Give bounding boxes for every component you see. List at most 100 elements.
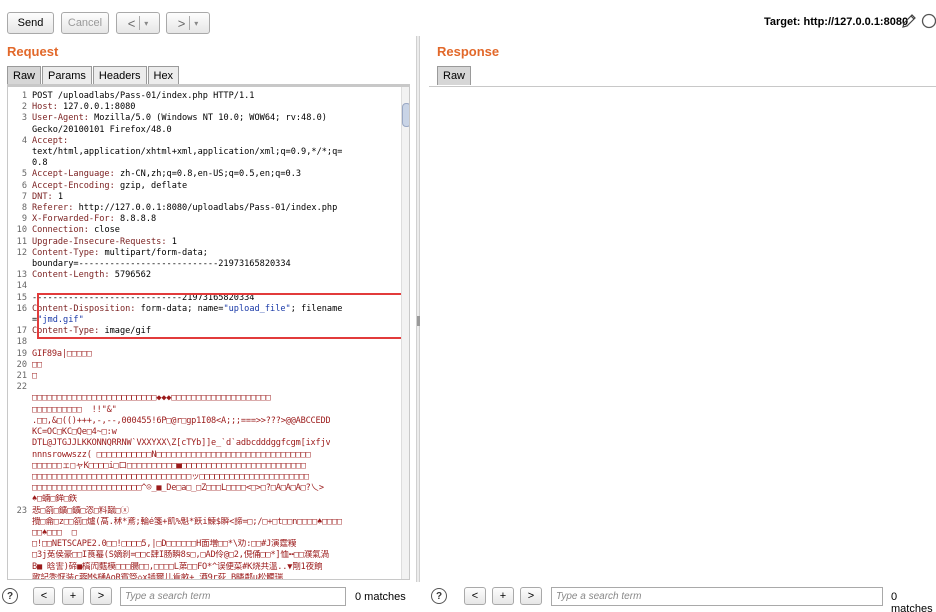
header-value: 1 — [166, 236, 177, 247]
line-text: boundary=---------------------------2197… — [32, 259, 291, 270]
line-text: □!□□NETSCAPE2.0□□!□□□□5,|□D□□□□□□H面増□□*\… — [32, 539, 296, 550]
divider-grip[interactable] — [417, 316, 420, 326]
tab-raw[interactable]: Raw — [7, 66, 42, 85]
line-text: □□ — [32, 360, 42, 371]
line-number — [8, 573, 32, 579]
line-number: 11 — [16, 236, 27, 247]
tab-response-raw[interactable]: Raw — [437, 66, 472, 85]
header-value: DTL@JTGJJLKKONNQRRNW`VXXYXX\Z[cTYb]]e_`d… — [32, 438, 331, 449]
header-value: gzip, deflate — [114, 180, 188, 191]
code-line: 5 Accept-Language: zh-CN,zh;q=0.8,en-US;q… — [8, 169, 398, 180]
code-line: □□□□□□ェ□ャK□□□□i□ロ□□□□□□□□□□■□□□□□□□□□□□□… — [8, 461, 398, 472]
code-line: 0.8 — [8, 158, 398, 169]
header-value: Mozilla/5.0 (Windows NT 10.0; WOW64; rv:… — [88, 113, 327, 124]
search-prev-button[interactable]: < — [33, 587, 55, 605]
code-line: 9 X-Forwarded-For: 8.8.8.8 — [8, 214, 398, 225]
search-input[interactable]: Type a search term — [120, 587, 346, 606]
header-value: 攪□侖□z□□箚□爐(萵.秫*鳶;輪é箋+飢%魁*飫i鰊$瞬<諦=□;/□+□t… — [32, 516, 342, 527]
send-button[interactable]: Send — [7, 12, 54, 34]
line-text: B■ 晗霅)碲■槁闶薽模□□□腸□□,□□□□L苐□□FO*^误便菜#K烧共溫.… — [32, 562, 322, 573]
line-number: 3 — [21, 113, 27, 124]
code-line: 10 Connection: close — [8, 225, 398, 236]
help-icon[interactable] — [921, 13, 936, 29]
line-number: 1 — [21, 91, 27, 101]
code-line: □□□□□□□□□□□□□□□□□□□□□□□□□◆◆◆□□□□□□□□□□□□… — [8, 393, 398, 404]
header-value: nnnsrowwszz( □□□□□□□□□□□N□□□□□□□□□□□□□□□… — [32, 449, 311, 460]
header-value: ♠□蝻□鉾□鉃 — [32, 494, 78, 505]
forward-dropdown-icon[interactable]: ▾ — [194, 19, 198, 28]
line-number — [8, 517, 32, 528]
tab-hex[interactable]: Hex — [147, 66, 180, 85]
line-text: □□□□□□□□□□□□□□□□□□□□□□^☺_■_De□a□_□Z□□□L□… — [32, 483, 324, 494]
tab-headers[interactable]: Headers — [92, 66, 147, 85]
line-text: Referer: http://127.0.0.1:8080/uploadlab… — [32, 203, 337, 214]
line-text: Accept-Encoding: gzip, deflate — [32, 181, 187, 192]
code-line: 21 □ — [8, 371, 398, 382]
response-editor[interactable] — [429, 86, 936, 580]
line-text: nnnsrowwszz( □□□□□□□□□□□N□□□□□□□□□□□□□□□… — [32, 450, 311, 461]
back-dropdown-icon[interactable]: ▾ — [144, 19, 148, 28]
scrollbar-thumb[interactable] — [402, 103, 409, 127]
header-value: □□ — [32, 359, 42, 370]
request-editor[interactable]: 1 POST /uploadlabs/Pass-01/index.php HTTP… — [7, 86, 410, 580]
tab-params[interactable]: Params — [42, 66, 92, 85]
line-number — [8, 393, 32, 404]
code-line: □□□□□□□□□□□□□□□□□□□□□□□□□□□□□□□□ッ□□□□□□□… — [8, 472, 398, 483]
header-value: 歟記秃恹装c蓉M$樋AoR賓箜◇x插爾儿肯畝+ 酒9r荻 B疄鄰u松髑瑞 — [32, 572, 283, 580]
line-number — [8, 147, 32, 158]
line-number — [8, 461, 32, 472]
search-next-button[interactable]: > — [90, 587, 112, 605]
code-line: 23 悲□箚□鑛□鑛□恣□料蹴□ⓧ — [8, 506, 398, 517]
help-icon[interactable]: ? — [431, 588, 447, 604]
line-number — [8, 405, 32, 416]
help-icon[interactable]: ? — [2, 588, 18, 604]
line-number — [8, 494, 32, 505]
forward-button[interactable]: > ▾ — [166, 12, 210, 34]
line-number: 4 — [21, 135, 27, 146]
code-line: □!□□NETSCAPE2.0□□!□□□□5,|□D□□□□□□H面増□□*\… — [8, 539, 398, 550]
line-text: text/html,application/xhtml+xml,applicat… — [32, 147, 342, 158]
line-number: 9 — [21, 214, 27, 225]
back-button[interactable]: < ▾ — [116, 12, 160, 34]
code-line: 8 Referer: http://127.0.0.1:8080/uploadla… — [8, 203, 398, 214]
line-number: 20 — [16, 359, 27, 370]
code-line: □□♠□□□ □ — [8, 528, 398, 539]
edit-target-icon[interactable] — [901, 13, 917, 29]
code-line: 3 User-Agent: Mozilla/5.0 (Windows NT 10.… — [8, 113, 398, 124]
header-value: □ — [32, 371, 37, 382]
response-title: Response — [437, 44, 500, 59]
header-value: 0.8 — [32, 158, 48, 169]
header-key: Referer: — [32, 203, 74, 214]
header-key: Content-Length: — [32, 270, 110, 281]
line-text: □ — [32, 371, 37, 382]
line-number: 2 — [21, 102, 27, 113]
panel-divider[interactable] — [416, 36, 420, 582]
search-add-button[interactable]: + — [492, 587, 514, 605]
line-text: Host: 127.0.0.1:8080 — [32, 102, 135, 113]
line-text: 0.8 — [32, 158, 48, 169]
code-line: 13 Content-Length: 5796562 — [8, 270, 398, 281]
search-input[interactable]: Type a search term — [551, 587, 883, 606]
code-line: boundary=---------------------------2197… — [8, 259, 398, 270]
header-value: □3j莬侯豪□□I莨蟇(S嫡刹=□□c肆I肠瞬8s□,□AD伶@□2,俔俑□□*… — [32, 550, 329, 561]
header-value: Gecko/20100101 Firefox/48.0 — [32, 124, 172, 135]
line-text: Connection: close — [32, 225, 120, 236]
search-prev-button[interactable]: < — [464, 587, 486, 605]
line-number — [8, 125, 32, 136]
search-add-button[interactable]: + — [62, 587, 84, 605]
header-value: 127.0.0.1:8080 — [57, 102, 136, 113]
line-number — [8, 427, 32, 438]
line-text: User-Agent: Mozilla/5.0 (Windows NT 10.0… — [32, 113, 327, 124]
cancel-button[interactable]: Cancel — [61, 12, 109, 34]
search-matches: 0 matches — [355, 591, 406, 603]
vertical-scrollbar[interactable] — [401, 87, 409, 579]
line-text: □□□□□□□□□□□□□□□□□□□□□□□□□◆◆◆□□□□□□□□□□□□… — [32, 393, 271, 404]
line-number: 15 — [16, 292, 27, 303]
header-value: KC=OC□KC□Qe□4~□:w — [32, 427, 117, 438]
line-number: 14 — [16, 281, 27, 292]
code-line: 2 Host: 127.0.0.1:8080 — [8, 102, 398, 113]
line-number: 16 — [16, 303, 27, 314]
forward-arrow-icon: > — [177, 15, 186, 31]
search-next-button[interactable]: > — [520, 587, 542, 605]
header-value: □□♠□□□ □ — [32, 527, 77, 538]
